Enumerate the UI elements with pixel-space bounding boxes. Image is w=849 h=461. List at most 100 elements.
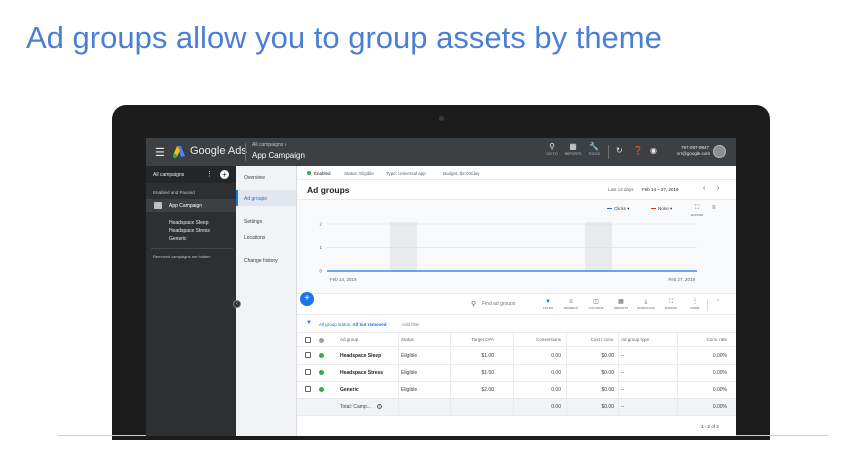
topbar-divider (245, 143, 246, 161)
col-header-status[interactable]: Status (401, 337, 414, 342)
columns-label: COLUMNS (588, 306, 604, 310)
refresh-icon[interactable]: ↻ (616, 146, 623, 155)
columns-button[interactable]: ◫ COLUMNS (585, 298, 607, 310)
help-icon[interactable]: ? (376, 404, 382, 410)
col-divider (513, 365, 514, 381)
col-divider (513, 382, 514, 398)
col-divider (618, 399, 619, 415)
wrench-icon: 🔧 (589, 142, 599, 151)
col-divider (450, 333, 451, 346)
chart-svg: 2 1 0 Feb 14, 2019 Feb 27, 2019 (319, 222, 697, 282)
nav-active-indicator (236, 190, 238, 206)
more-button[interactable]: ⋮ MORE (684, 298, 706, 310)
chevron-up-icon[interactable]: ˆ (717, 300, 719, 307)
hamburger-menu-icon[interactable]: ☰ (155, 146, 165, 159)
tools-label: TOOLS (588, 152, 600, 156)
enabled-label[interactable]: Enabled (314, 171, 331, 176)
table-row[interactable]: Generic Eligible $2.00 0.00 $0.00 -- 0.0… (297, 382, 736, 399)
reports-tool-button[interactable]: ▦ REPORTS (610, 298, 632, 310)
col-header-conv-rate[interactable]: Conv. rate (680, 337, 727, 342)
col-divider (450, 399, 451, 415)
download-icon: ⤓ (644, 299, 648, 305)
sidebar-item-adgroup[interactable]: Generic (169, 236, 187, 242)
nav-item-locations[interactable]: Locations (244, 235, 265, 241)
status-filter-chip[interactable]: All group status: All but removed (319, 322, 387, 327)
ad-group-name-link[interactable]: Headspace Stress (340, 370, 383, 376)
table-total-row: Total: Camp...? 0.00 $0.00 -- 0.00% (297, 399, 736, 416)
nav-item-settings[interactable]: Settings (244, 219, 262, 225)
sidebar-divider (151, 248, 233, 249)
more-label: MORE (690, 306, 700, 310)
y-tick-label: 0 (319, 269, 322, 274)
performance-chart: Clicks ▾ None ▾ ⛶ EXPAND ≡ 2 1 0 Feb 14, 20… (297, 199, 736, 294)
row-conv-rate: 0.00% (712, 353, 727, 359)
row-checkbox[interactable] (305, 386, 311, 392)
type-text: Type: Universal app (386, 171, 426, 176)
table-row[interactable]: Headspace Stress Eligible $1.50 0.00 $0.… (297, 365, 736, 382)
sidebar-item-adgroup[interactable]: Headspace Stress (169, 228, 210, 234)
row-checkbox[interactable] (305, 352, 311, 358)
avatar[interactable] (713, 145, 726, 158)
row-target-cpa[interactable]: $1.50 (449, 370, 494, 376)
more-vert-icon[interactable]: ⋮ (206, 170, 213, 178)
sidebar-campaign-label: App Campaign (169, 203, 203, 209)
row-target-cpa[interactable]: $2.00 (449, 387, 494, 393)
row-ad-group-type: -- (621, 370, 625, 376)
ad-group-name-link[interactable]: Headspace Sleep (340, 353, 381, 359)
col-header-target-cpa[interactable]: Target CPA (449, 337, 494, 342)
google-ads-logo-icon (173, 146, 185, 158)
chevron-right-icon[interactable]: › (717, 185, 719, 192)
notifications-bell-icon[interactable]: ◉ (650, 146, 657, 155)
help-icon[interactable]: ❓ (633, 146, 643, 155)
budget-text[interactable]: Budget: $2.00/day (443, 171, 480, 176)
nav-item-ad-groups[interactable]: Ad groups (244, 196, 267, 202)
col-header-cost-conv[interactable]: Cost / conv. (570, 337, 614, 342)
row-cost-conv: $0.00 (601, 370, 614, 376)
col-header-conversions[interactable]: Conversions (515, 337, 561, 342)
all-campaigns-link[interactable]: All campaigns (153, 172, 184, 178)
col-divider (618, 382, 619, 398)
segment-button[interactable]: ≡ SEGMENT (560, 298, 582, 310)
col-divider (450, 365, 451, 381)
col-divider (513, 333, 514, 346)
search-icon: ⚲ (471, 301, 477, 308)
y-tick-label: 1 (319, 245, 322, 250)
account-info[interactable]: 797-097-9847 crr@google.com (677, 145, 710, 157)
filter-button[interactable]: ▼ FILTER (537, 298, 559, 310)
collapse-nav-button[interactable]: ‹ (233, 300, 241, 308)
ad-group-name-link[interactable]: Generic (340, 387, 359, 393)
campaign-title[interactable]: App Campaign (252, 151, 305, 160)
row-checkbox[interactable] (305, 369, 311, 375)
breadcrumb[interactable]: All campaigns › (252, 142, 286, 148)
search-input[interactable] (482, 301, 542, 307)
date-range-picker[interactable]: Feb 14 – 27, 2019 (642, 187, 679, 192)
chevron-left-icon[interactable]: ‹ (703, 185, 705, 192)
tools-button[interactable]: 🔧 TOOLS (582, 142, 606, 157)
download-button[interactable]: ⤓ DOWNLOAD (635, 298, 657, 310)
col-divider (398, 333, 399, 346)
y-tick-label: 2 (319, 222, 322, 227)
nav-item-change-history[interactable]: Change history (244, 258, 278, 264)
total-conversions: 0.00 (551, 404, 561, 410)
add-campaign-icon[interactable]: + (220, 170, 229, 179)
col-divider (566, 399, 567, 415)
col-divider (618, 348, 619, 364)
sidebar-item-adgroup[interactable]: Headspace Sleep (169, 220, 208, 226)
sidebar-item-app-campaign[interactable]: App Campaign (146, 199, 236, 212)
col-header-ad-group-type[interactable]: Ad group type (621, 337, 649, 342)
table-row[interactable]: Headspace Sleep Eligible $1.00 0.00 $0.0… (297, 348, 736, 365)
select-all-checkbox[interactable] (305, 337, 311, 343)
row-target-cpa[interactable]: $1.00 (449, 353, 494, 359)
expand-table-button[interactable]: ⛶ EXPAND (660, 298, 682, 310)
filter-value: All but removed (352, 322, 387, 327)
row-conv-rate: 0.00% (712, 370, 727, 376)
col-divider (398, 399, 399, 415)
col-header-ad-group[interactable]: Ad group (340, 337, 358, 342)
add-filter-link[interactable]: Add filter (402, 322, 420, 327)
nav-item-overview[interactable]: Overview (244, 175, 265, 181)
segment-icon: ≡ (569, 299, 573, 305)
more-icon: ⋮ (692, 299, 698, 305)
topbar-divider-2 (608, 145, 609, 159)
app-campaign-icon (154, 202, 162, 209)
row-status: Eligible (401, 387, 418, 393)
